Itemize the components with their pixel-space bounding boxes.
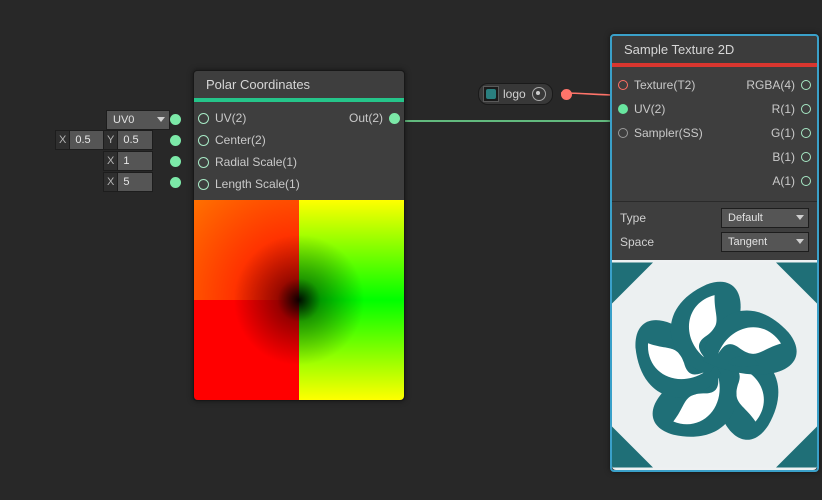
sample-output-g-label: G(1) (765, 126, 801, 140)
length-scale-value[interactable]: 5 (117, 172, 153, 192)
polar-output-out-label: Out(2) (343, 111, 389, 125)
polar-preview (194, 200, 404, 400)
shader-graph-canvas[interactable]: UV0 X 0.5 Y 0.5 X 1 X 5 Polar Coordinate… (0, 0, 822, 500)
sample-settings: Type Default Space Tangent (612, 202, 817, 260)
polar-input-center-label: Center(2) (209, 133, 272, 147)
port-dot-icon[interactable] (618, 104, 628, 114)
uv-channel-value: UV0 (113, 111, 134, 129)
sample-ports-area: Texture(T2) UV(2) Sampler(SS) RGBA(4) R(… (612, 67, 817, 201)
polar-inputs: UV(2) Center(2) Radial Scale(1) Length S… (194, 102, 310, 200)
uv-channel-dropdown[interactable]: UV0 (106, 110, 170, 130)
center-x-value[interactable]: 0.5 (69, 130, 105, 150)
sample-input-sampler[interactable]: Sampler(SS) (618, 121, 715, 145)
port-dot-icon[interactable] (198, 179, 209, 190)
port-dot-icon[interactable] (801, 104, 811, 114)
length-scale-label: X (103, 172, 117, 192)
sample-type-row: Type Default (620, 206, 809, 230)
sample-space-label: Space (620, 235, 654, 249)
length-scale-field[interactable]: X 5 (103, 173, 153, 191)
port-dot-icon[interactable] (801, 128, 811, 138)
port-dot-icon[interactable] (801, 152, 811, 162)
polar-outputs: Out(2) (310, 102, 404, 200)
polar-input-center[interactable]: Center(2) (198, 129, 306, 151)
polar-ports-area: UV(2) Center(2) Radial Scale(1) Length S… (194, 102, 404, 200)
texture-thumb-icon (483, 86, 499, 102)
sample-space-dropdown[interactable]: Tangent (721, 232, 809, 252)
port-dot-icon[interactable] (618, 128, 628, 138)
port-dot-icon[interactable] (801, 80, 811, 90)
sample-output-rgba-label: RGBA(4) (740, 78, 801, 92)
sample-input-texture-label: Texture(T2) (628, 78, 701, 92)
center-y-label: Y (103, 130, 117, 150)
logo-port-out-dot[interactable] (561, 89, 572, 100)
asset-picker-icon[interactable] (532, 87, 546, 101)
chevron-down-icon (796, 215, 804, 220)
radial-scale-value[interactable]: 1 (117, 151, 153, 171)
texture-asset-name: logo (503, 87, 526, 101)
sample-output-b[interactable]: B(1) (715, 145, 812, 169)
center-y-value[interactable]: 0.5 (117, 130, 153, 150)
center-port-out-dot[interactable] (170, 135, 181, 146)
sample-output-r-label: R(1) (766, 102, 801, 116)
port-dot-icon[interactable] (198, 157, 209, 168)
center-x-field[interactable]: X 0.5 (55, 131, 105, 149)
polar-input-length-label: Length Scale(1) (209, 177, 306, 191)
sample-output-g[interactable]: G(1) (715, 121, 812, 145)
radial-scale-label: X (103, 151, 117, 171)
length-port-out-dot[interactable] (170, 177, 181, 188)
sample-title: Sample Texture 2D (612, 36, 817, 63)
texture-asset-token[interactable]: logo (478, 83, 553, 105)
radial-scale-field[interactable]: X 1 (103, 152, 153, 170)
polar-input-radial-label: Radial Scale(1) (209, 155, 303, 169)
chevron-down-icon (157, 117, 165, 122)
port-dot-icon[interactable] (198, 135, 209, 146)
polar-input-uv-label: UV(2) (209, 111, 252, 125)
sample-preview (612, 260, 817, 470)
sample-output-b-label: B(1) (766, 150, 801, 164)
radial-port-out-dot[interactable] (170, 156, 181, 167)
sample-inputs: Texture(T2) UV(2) Sampler(SS) (618, 73, 715, 193)
center-y-field[interactable]: Y 0.5 (103, 131, 153, 149)
chevron-down-icon (796, 239, 804, 244)
sample-input-uv-label: UV(2) (628, 102, 671, 116)
polar-input-radial[interactable]: Radial Scale(1) (198, 151, 306, 173)
center-x-label: X (55, 130, 69, 150)
polar-input-length[interactable]: Length Scale(1) (198, 173, 306, 195)
sample-output-a[interactable]: A(1) (715, 169, 812, 193)
sample-input-texture[interactable]: Texture(T2) (618, 73, 715, 97)
sample-output-rgba[interactable]: RGBA(4) (715, 73, 812, 97)
polar-title: Polar Coordinates (194, 71, 404, 98)
sample-type-label: Type (620, 211, 646, 225)
polar-output-out[interactable]: Out(2) (314, 107, 400, 129)
sample-outputs: RGBA(4) R(1) G(1) B(1) A(1) (715, 73, 812, 193)
node-polar-coordinates[interactable]: Polar Coordinates UV(2) Center(2) Radial… (193, 70, 405, 401)
sample-input-uv[interactable]: UV(2) (618, 97, 715, 121)
sample-space-row: Space Tangent (620, 230, 809, 254)
sample-type-dropdown[interactable]: Default (721, 208, 809, 228)
sample-space-value: Tangent (728, 236, 767, 248)
polar-input-uv[interactable]: UV(2) (198, 107, 306, 129)
port-dot-icon[interactable] (618, 80, 628, 90)
port-dot-icon[interactable] (198, 113, 209, 124)
sample-output-r[interactable]: R(1) (715, 97, 812, 121)
sample-input-sampler-label: Sampler(SS) (628, 126, 709, 140)
port-dot-icon[interactable] (801, 176, 811, 186)
node-sample-texture-2d[interactable]: Sample Texture 2D Texture(T2) UV(2) Samp… (610, 34, 819, 472)
sample-output-a-label: A(1) (766, 174, 801, 188)
port-dot-icon[interactable] (389, 113, 400, 124)
sample-type-value: Default (728, 212, 763, 224)
uv-port-out-dot[interactable] (170, 114, 181, 125)
